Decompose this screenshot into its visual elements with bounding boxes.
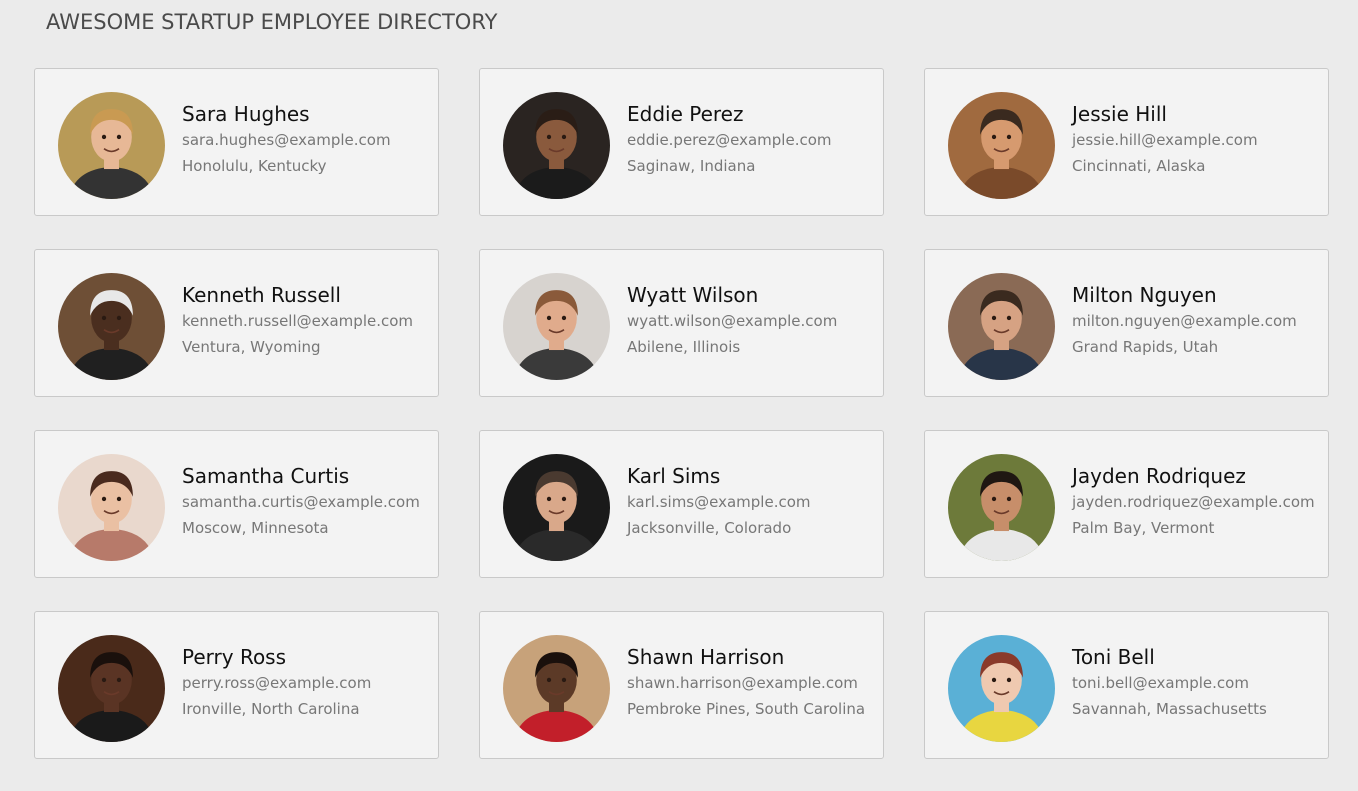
avatar xyxy=(58,92,165,199)
avatar xyxy=(503,273,610,380)
avatar xyxy=(58,454,165,561)
employee-card[interactable]: Karl Sims karl.sims@example.com Jacksonvil… xyxy=(479,430,884,578)
employee-card[interactable]: Kenneth Russell kenneth.russell@example.c… xyxy=(34,249,439,397)
employee-email: samantha.curtis@example.com xyxy=(182,493,420,511)
page-title: AWESOME STARTUP EMPLOYEE DIRECTORY xyxy=(46,10,498,34)
employee-info: Shawn Harrison shawn.harrison@example.com… xyxy=(627,643,877,719)
employee-email: eddie.perez@example.com xyxy=(627,131,832,149)
employee-email: milton.nguyen@example.com xyxy=(1072,312,1297,330)
directory-page: AWESOME STARTUP EMPLOYEE DIRECTORY Sara … xyxy=(0,0,1358,791)
employee-location: Palm Bay, Vermont xyxy=(1072,519,1215,537)
employee-card[interactable]: Wyatt Wilson wyatt.wilson@example.com Abil… xyxy=(479,249,884,397)
employee-photo-icon xyxy=(503,454,610,561)
employee-photo-icon xyxy=(948,635,1055,742)
employee-name: Shawn Harrison xyxy=(627,645,785,669)
employee-card[interactable]: Jayden Rodriquez jayden.rodriquez@example… xyxy=(924,430,1329,578)
employee-photo-icon xyxy=(948,454,1055,561)
employee-info: Wyatt Wilson wyatt.wilson@example.com Abil… xyxy=(627,281,877,357)
employee-location: Abilene, Illinois xyxy=(627,338,741,356)
employee-card[interactable]: Sara Hughes sara.hughes@example.com Honolu… xyxy=(34,68,439,216)
employee-location: Jacksonville, Colorado xyxy=(627,519,792,537)
employee-card[interactable]: Eddie Perez eddie.perez@example.com Sagina… xyxy=(479,68,884,216)
avatar xyxy=(58,635,165,742)
employee-info: Kenneth Russell kenneth.russell@example.c… xyxy=(182,281,432,357)
employee-email: jayden.rodriquez@example.com xyxy=(1072,493,1315,511)
employee-info: Milton Nguyen milton.nguyen@example.com Gr… xyxy=(1072,281,1322,357)
employee-location: Saginaw, Indiana xyxy=(627,157,756,175)
employee-name: Eddie Perez xyxy=(627,102,744,126)
employee-location: Savannah, Massachusetts xyxy=(1072,700,1267,718)
employee-photo-icon xyxy=(58,92,165,199)
employee-name: Milton Nguyen xyxy=(1072,283,1217,307)
employee-photo-icon xyxy=(503,273,610,380)
employee-location: Ironville, North Carolina xyxy=(182,700,360,718)
employee-name: Jayden Rodriquez xyxy=(1072,464,1246,488)
employee-email: perry.ross@example.com xyxy=(182,674,372,692)
avatar xyxy=(58,273,165,380)
employee-card[interactable]: Jessie Hill jessie.hill@example.com Cincin… xyxy=(924,68,1329,216)
employee-card[interactable]: Perry Ross perry.ross@example.com Ironvill… xyxy=(34,611,439,759)
employee-info: Eddie Perez eddie.perez@example.com Sagina… xyxy=(627,100,877,176)
employee-photo-icon xyxy=(948,92,1055,199)
employee-card[interactable]: Toni Bell toni.bell@example.com Savannah, … xyxy=(924,611,1329,759)
employee-email: shawn.harrison@example.com xyxy=(627,674,858,692)
employee-card[interactable]: Shawn Harrison shawn.harrison@example.com… xyxy=(479,611,884,759)
avatar xyxy=(948,92,1055,199)
employee-email: wyatt.wilson@example.com xyxy=(627,312,838,330)
employee-email: kenneth.russell@example.com xyxy=(182,312,414,330)
employee-info: Toni Bell toni.bell@example.com Savannah, … xyxy=(1072,643,1322,719)
employee-info: Karl Sims karl.sims@example.com Jacksonvil… xyxy=(627,462,877,538)
avatar xyxy=(948,273,1055,380)
employee-name: Samantha Curtis xyxy=(182,464,350,488)
employee-email: karl.sims@example.com xyxy=(627,493,811,511)
employee-info: Sara Hughes sara.hughes@example.com Honolu… xyxy=(182,100,432,176)
employee-photo-icon xyxy=(503,635,610,742)
employee-card[interactable]: Samantha Curtis samantha.curtis@example.c… xyxy=(34,430,439,578)
avatar xyxy=(948,635,1055,742)
employee-card[interactable]: Milton Nguyen milton.nguyen@example.com Gr… xyxy=(924,249,1329,397)
employee-info: Samantha Curtis samantha.curtis@example.c… xyxy=(182,462,432,538)
avatar xyxy=(503,92,610,199)
employee-info: Perry Ross perry.ross@example.com Ironvill… xyxy=(182,643,432,719)
avatar xyxy=(948,454,1055,561)
employee-location: Moscow, Minnesota xyxy=(182,519,329,537)
employee-name: Karl Sims xyxy=(627,464,721,488)
employee-info: Jayden Rodriquez jayden.rodriquez@example… xyxy=(1072,462,1322,538)
employee-photo-icon xyxy=(948,273,1055,380)
employee-location: Ventura, Wyoming xyxy=(182,338,321,356)
employee-name: Sara Hughes xyxy=(182,102,310,126)
avatar xyxy=(503,454,610,561)
employee-photo-icon xyxy=(503,92,610,199)
employee-name: Wyatt Wilson xyxy=(627,283,759,307)
employee-email: toni.bell@example.com xyxy=(1072,674,1249,692)
avatar xyxy=(503,635,610,742)
employee-location: Cincinnati, Alaska xyxy=(1072,157,1206,175)
employee-photo-icon xyxy=(58,635,165,742)
employee-email: jessie.hill@example.com xyxy=(1072,131,1258,149)
employee-location: Grand Rapids, Utah xyxy=(1072,338,1219,356)
employee-info: Jessie Hill jessie.hill@example.com Cincin… xyxy=(1072,100,1322,176)
employee-name: Jessie Hill xyxy=(1072,102,1167,126)
employee-location: Pembroke Pines, South Carolina xyxy=(627,700,866,718)
employee-photo-icon xyxy=(58,454,165,561)
employee-location: Honolulu, Kentucky xyxy=(182,157,327,175)
employee-photo-icon xyxy=(58,273,165,380)
employee-name: Kenneth Russell xyxy=(182,283,341,307)
employee-name: Toni Bell xyxy=(1072,645,1155,669)
employee-name: Perry Ross xyxy=(182,645,287,669)
employee-grid: Sara Hughes sara.hughes@example.com Honolu… xyxy=(34,68,1329,759)
employee-email: sara.hughes@example.com xyxy=(182,131,391,149)
